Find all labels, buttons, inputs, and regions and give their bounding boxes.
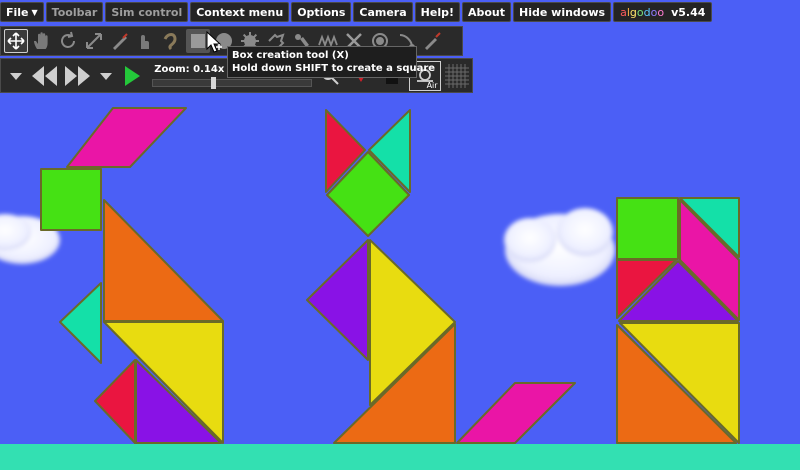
app-brand: algodoo v5.44 bbox=[613, 2, 713, 22]
menu-label: Sim control bbox=[111, 5, 183, 19]
menu-label: Context menu bbox=[196, 5, 284, 19]
menu-hide-windows-button[interactable]: Hide windows bbox=[513, 2, 612, 22]
move-tool-icon[interactable] bbox=[4, 29, 28, 53]
fast-forward-icon[interactable] bbox=[62, 62, 93, 90]
play-button[interactable] bbox=[119, 62, 144, 90]
air-label: Air bbox=[426, 80, 438, 90]
menu-label: Help! bbox=[420, 5, 454, 19]
menu-context-menu-button[interactable]: Context menu bbox=[190, 2, 290, 22]
menu-label: Options bbox=[297, 5, 346, 19]
brush-tool-icon[interactable] bbox=[160, 29, 184, 53]
grid-icon[interactable] bbox=[443, 62, 472, 90]
menu-label: About bbox=[467, 5, 506, 19]
drag-hand-tool-icon[interactable] bbox=[30, 29, 54, 53]
zoom-label: Zoom: 0.14x bbox=[154, 63, 225, 75]
menu-label: Hide windows bbox=[519, 5, 606, 19]
menu-sim-control-button[interactable]: Sim control bbox=[105, 2, 189, 22]
menu-camera-button[interactable]: Camera bbox=[353, 2, 413, 22]
menu-bar: File ▼ Toolbar Sim control Context menu Optio… bbox=[0, 2, 713, 24]
menu-label: Toolbar bbox=[51, 5, 98, 19]
rewind-icon[interactable] bbox=[29, 62, 60, 90]
chevron-down-icon[interactable] bbox=[95, 62, 117, 90]
laser-tool-icon[interactable] bbox=[420, 29, 444, 53]
menu-file-button[interactable]: File ▼ bbox=[0, 2, 44, 22]
tooltip-title: Box creation tool (X) bbox=[232, 50, 349, 61]
ground-plane[interactable] bbox=[0, 444, 800, 470]
scale-tool-icon[interactable] bbox=[82, 29, 106, 53]
tooltip-hint: Hold down SHIFT to create a square bbox=[232, 63, 436, 74]
menu-options-button[interactable]: Options bbox=[291, 2, 352, 22]
tooltip: Box creation tool (X) Hold down SHIFT to… bbox=[227, 46, 436, 78]
rotate-tool-icon[interactable] bbox=[56, 29, 80, 53]
menu-label: Camera bbox=[359, 5, 407, 19]
app-logo: algodoo bbox=[620, 5, 665, 19]
zoom-slider[interactable] bbox=[152, 76, 313, 89]
cloud-right bbox=[504, 208, 615, 286]
knife-tool-icon[interactable] bbox=[108, 29, 132, 53]
menu-toolbar-button[interactable]: Toolbar bbox=[45, 2, 104, 22]
zoom-slider-handle[interactable] bbox=[210, 76, 216, 89]
shape-square[interactable] bbox=[40, 168, 102, 231]
menu-label: File bbox=[6, 5, 29, 19]
chevron-down-icon: ▼ bbox=[31, 7, 38, 17]
shape-square[interactable] bbox=[616, 197, 679, 260]
menu-about-button[interactable]: About bbox=[461, 2, 512, 22]
app-version: v5.44 bbox=[671, 5, 706, 19]
menu-help-button[interactable]: Help! bbox=[414, 2, 460, 22]
chevron-down-icon[interactable] bbox=[5, 62, 27, 90]
sketch-tool-icon[interactable] bbox=[134, 29, 158, 53]
mouse-cursor-icon bbox=[206, 31, 222, 53]
